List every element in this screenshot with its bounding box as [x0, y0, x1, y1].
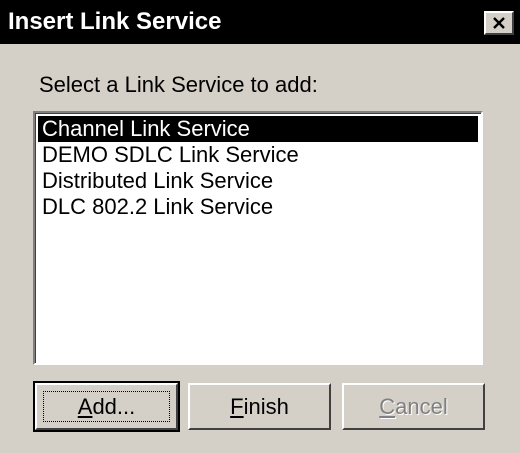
add-button[interactable]: Add... — [33, 381, 180, 432]
list-item[interactable]: DEMO SDLC Link Service — [38, 142, 478, 168]
close-icon — [493, 17, 505, 29]
finish-button-label: inish — [243, 394, 289, 419]
focus-rectangle — [43, 391, 170, 422]
list-item[interactable]: Distributed Link Service — [38, 168, 478, 194]
prompt-label: Select a Link Service to add: — [39, 72, 318, 97]
finish-button[interactable]: Finish — [188, 383, 331, 430]
cancel-button-label: ancel — [395, 394, 448, 419]
title-bar[interactable]: Insert Link Service — [0, 0, 520, 44]
cancel-button[interactable]: Cancel — [342, 383, 485, 430]
link-service-listbox[interactable]: Channel Link Service DEMO SDLC Link Serv… — [33, 111, 483, 365]
window-title: Insert Link Service — [8, 8, 222, 35]
cancel-button-mnemonic: C — [379, 394, 396, 419]
finish-button-mnemonic: F — [230, 394, 244, 419]
close-button[interactable] — [484, 11, 514, 35]
list-item[interactable]: Channel Link Service — [38, 116, 478, 142]
insert-link-service-dialog: Insert Link Service Select a Link Servic… — [0, 0, 520, 453]
list-item[interactable]: DLC 802.2 Link Service — [38, 194, 478, 220]
